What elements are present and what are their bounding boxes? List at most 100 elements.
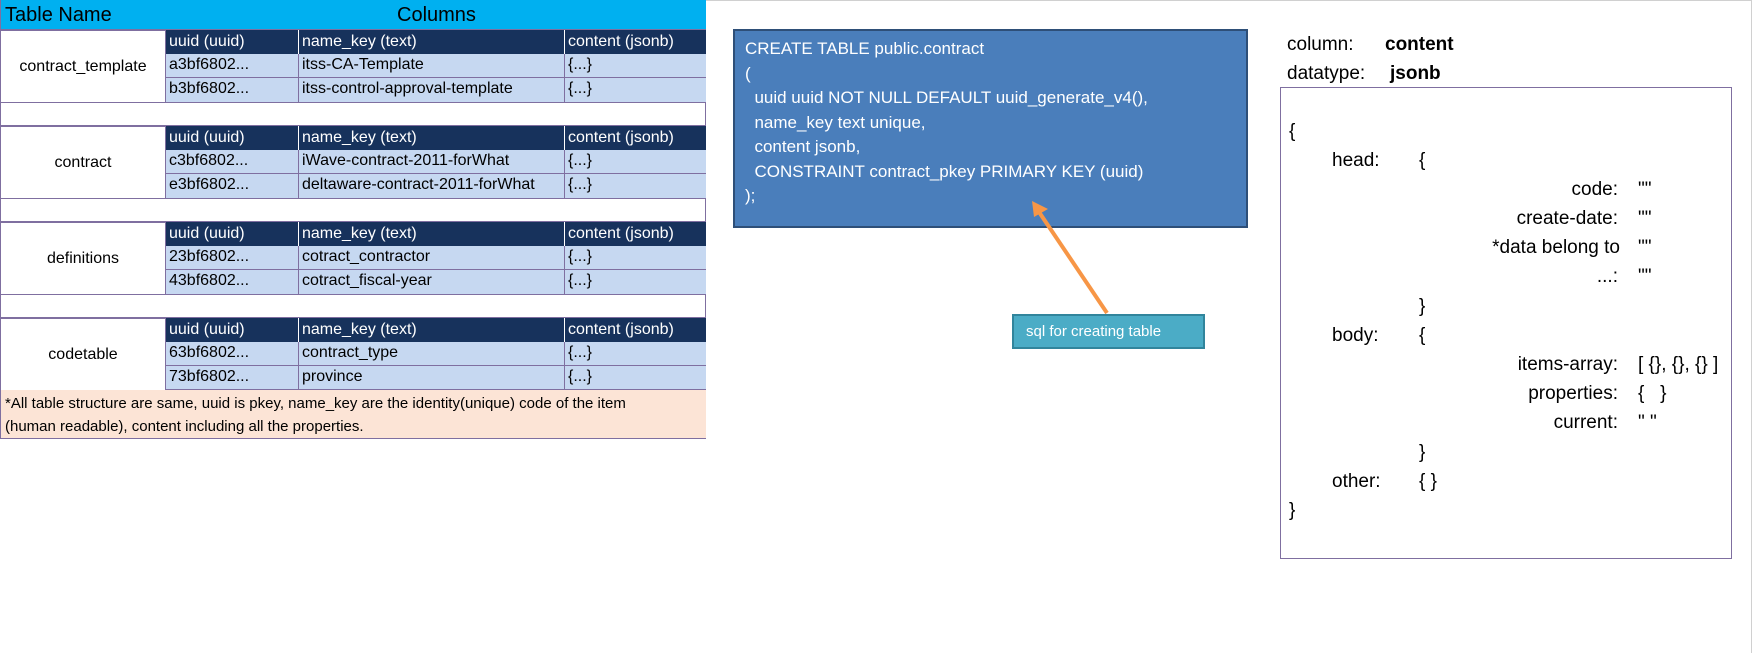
table-name-cell: codetable: [1, 318, 166, 391]
body-field-value: " ": [1638, 412, 1657, 433]
table-row: c3bf6802... iWave-contract-2011-forWhat …: [166, 150, 706, 174]
tables-diagram: Table Name Columns contract_template uui…: [0, 0, 706, 439]
cell-name-key: province: [299, 366, 565, 390]
table-row: a3bf6802... itss-CA-Template {...}: [166, 54, 706, 78]
table-row: 63bf6802... contract_type {...}: [166, 342, 706, 366]
table-group-contract-template: contract_template uuid (uuid) name_key (…: [1, 30, 706, 103]
cell-name-key: contract_type: [299, 342, 565, 366]
cell-content: {...}: [568, 152, 593, 169]
cell-content: {...}: [568, 272, 593, 289]
body-field-key: items-array:: [1517, 354, 1618, 375]
json-structure-box: { head: { code: "" create-date: "" *data…: [1280, 87, 1732, 559]
cell-uuid: c3bf6802...: [166, 150, 299, 174]
head-field-key: ...:: [1596, 266, 1618, 287]
head-field-value: "": [1638, 208, 1652, 229]
body-field-value: { }: [1638, 383, 1667, 404]
table-row: 73bf6802... province {...}: [166, 366, 706, 390]
cell-uuid: 73bf6802...: [166, 366, 299, 390]
header-bar: Table Name Columns: [1, 0, 706, 30]
column-header-name-key: name_key (text): [299, 126, 565, 150]
note-line-1: *All table structure are same, uuid is p…: [5, 395, 626, 412]
arrow-shaft: [1035, 207, 1109, 315]
cell-name-key: cotract_fiscal-year: [299, 270, 565, 294]
sql-line: content jsonb,: [745, 137, 861, 156]
sql-line: );: [745, 186, 756, 205]
table-name-cell: contract_template: [1, 30, 166, 103]
column-header-row: uuid (uuid) name_key (text) content (jso…: [166, 222, 706, 246]
table-row: b3bf6802... itss-control-approval-templa…: [166, 78, 706, 103]
table-group-codetable: codetable uuid (uuid) name_key (text) co…: [1, 318, 706, 391]
column-header-name-key: name_key (text): [299, 318, 565, 342]
group-spacer: [1, 295, 706, 318]
sql-line: (: [745, 63, 751, 83]
cell-uuid: 63bf6802...: [166, 342, 299, 366]
callout-arrow: [1032, 201, 1109, 315]
body-field-key: current:: [1553, 412, 1618, 433]
table-row: e3bf6802... deltaware-contract-2011-forW…: [166, 174, 706, 199]
body-field-key: properties:: [1528, 383, 1618, 404]
note-line-2: (human readable), content including all …: [5, 418, 364, 435]
cell-content: {...}: [568, 248, 593, 265]
json-open-brace: {: [1289, 121, 1296, 142]
body-field-value: [ {}, {}, {} ]: [1638, 354, 1719, 375]
sql-line: uuid uuid NOT NULL DEFAULT uuid_generate…: [745, 88, 1148, 107]
column-value: content: [1385, 34, 1454, 55]
body-close-brace: }: [1419, 442, 1426, 463]
head-open-brace: {: [1419, 150, 1426, 171]
group-spacer: [1, 103, 706, 126]
table-name-heading: Table Name: [5, 4, 112, 26]
column-header-content: content (jsonb): [568, 129, 674, 146]
table-group-contract: contract uuid (uuid) name_key (text) con…: [1, 126, 706, 199]
cell-name-key: cotract_contractor: [299, 246, 565, 270]
json-close-brace: }: [1289, 500, 1296, 521]
column-header-content: content (jsonb): [568, 225, 674, 242]
head-key: head:: [1332, 150, 1380, 171]
sql-line: CREATE TABLE public.contract: [745, 39, 985, 58]
column-header-uuid: uuid (uuid): [166, 222, 299, 246]
cell-content: {...}: [568, 56, 593, 73]
cell-uuid: 23bf6802...: [166, 246, 299, 270]
structure-note: *All table structure are same, uuid is p…: [1, 390, 706, 438]
sql-line: CONSTRAINT contract_pkey PRIMARY KEY (uu…: [745, 161, 1144, 181]
column-header-content: content (jsonb): [568, 33, 674, 50]
table-name-cell: definitions: [1, 222, 166, 295]
callout-box: sql for creating table: [1012, 314, 1205, 349]
head-field-value: "": [1638, 266, 1652, 287]
cell-content: {...}: [568, 344, 593, 361]
head-field-value: "": [1638, 237, 1652, 258]
column-header-row: uuid (uuid) name_key (text) content (jso…: [166, 30, 706, 54]
column-header-uuid: uuid (uuid): [166, 126, 299, 150]
cell-name-key: itss-control-approval-template: [299, 78, 565, 102]
other-key: other:: [1332, 471, 1381, 492]
cell-content: {...}: [568, 176, 593, 193]
cell-uuid: e3bf6802...: [166, 174, 299, 198]
columns-heading: Columns: [397, 4, 476, 26]
body-key: body:: [1332, 325, 1379, 346]
datatype-label: datatype:: [1287, 63, 1366, 84]
cell-content: {...}: [568, 368, 593, 385]
column-header-uuid: uuid (uuid): [166, 30, 299, 54]
cell-uuid: 43bf6802...: [166, 270, 299, 294]
head-field-key: *data belong to: [1492, 237, 1620, 258]
head-field-key: create-date:: [1516, 208, 1618, 229]
page-top-border: [706, 0, 1752, 1]
cell-name-key: iWave-contract-2011-forWhat: [299, 150, 565, 174]
column-header-uuid: uuid (uuid): [166, 318, 299, 342]
cell-uuid: a3bf6802...: [166, 54, 299, 78]
cell-content: {...}: [568, 80, 593, 97]
table-row: 23bf6802... cotract_contractor {...}: [166, 246, 706, 270]
cell-name-key: deltaware-contract-2011-forWhat: [299, 174, 565, 198]
other-value: { }: [1419, 471, 1437, 492]
column-header-name-key: name_key (text): [299, 222, 565, 246]
sql-create-table-box: CREATE TABLE public.contract ( uuid uuid…: [733, 29, 1248, 228]
body-open-brace: {: [1419, 325, 1426, 346]
cell-uuid: b3bf6802...: [166, 78, 299, 102]
group-spacer: [1, 199, 706, 222]
head-close-brace: }: [1419, 296, 1426, 317]
cell-name-key: itss-CA-Template: [299, 54, 565, 78]
sql-line: name_key text unique,: [745, 112, 926, 132]
datatype-value: jsonb: [1390, 63, 1441, 84]
column-header-row: uuid (uuid) name_key (text) content (jso…: [166, 318, 706, 342]
head-field-value: "": [1638, 179, 1652, 200]
column-header-row: uuid (uuid) name_key (text) content (jso…: [166, 126, 706, 150]
